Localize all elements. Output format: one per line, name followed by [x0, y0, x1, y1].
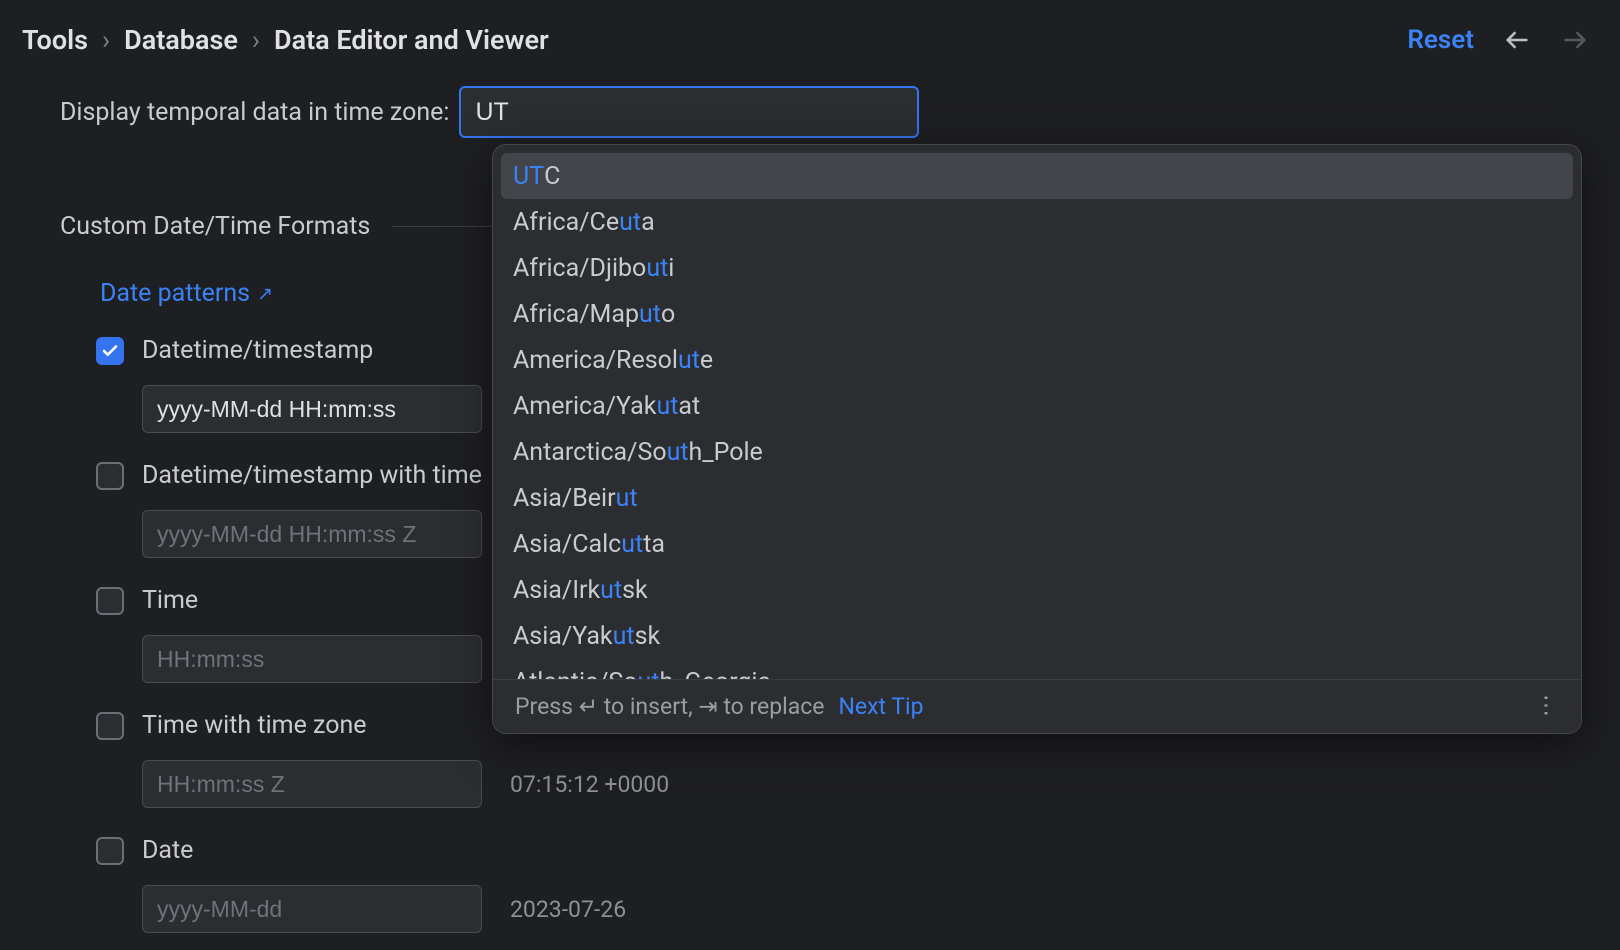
- date-preview: 2023-07-26: [510, 896, 626, 923]
- datetime-tz-checkbox[interactable]: [96, 462, 124, 490]
- date-patterns-link[interactable]: Date patterns ↗: [60, 279, 273, 308]
- section-title: Custom Date/Time Formats: [60, 212, 370, 241]
- timezone-option[interactable]: Asia/Beirut: [501, 475, 1573, 521]
- timezone-option[interactable]: America/Yakutat: [501, 383, 1573, 429]
- datetime-tz-format-input[interactable]: [142, 510, 482, 558]
- date-label: Date: [142, 836, 193, 865]
- external-link-icon: ↗: [257, 282, 273, 305]
- breadcrumb-data-editor[interactable]: Data Editor and Viewer: [274, 24, 549, 56]
- next-tip-link[interactable]: Next Tip: [838, 693, 923, 720]
- timezone-option[interactable]: Atlantic/South_Georgia: [501, 659, 1573, 679]
- timezone-option[interactable]: Antarctica/South_Pole: [501, 429, 1573, 475]
- time-tz-preview: 07:15:12 +0000: [510, 771, 669, 798]
- nav-back-button[interactable]: [1502, 25, 1532, 55]
- datetime-checkbox[interactable]: [96, 337, 124, 365]
- timezone-option[interactable]: Africa/Maputo: [501, 291, 1573, 337]
- timezone-option[interactable]: Africa/Ceuta: [501, 199, 1573, 245]
- time-format-input[interactable]: [142, 635, 482, 683]
- tab-key-icon: ⇥: [698, 693, 717, 720]
- footer-hint: Press ↵ to insert, ⇥ to replace: [515, 693, 824, 720]
- time-checkbox[interactable]: [96, 587, 124, 615]
- time-label: Time: [142, 586, 198, 615]
- timezone-option[interactable]: America/Resolute: [501, 337, 1573, 383]
- reset-button[interactable]: Reset: [1407, 25, 1474, 55]
- timezone-option[interactable]: Asia/Yakutsk: [501, 613, 1573, 659]
- datetime-format-input[interactable]: [142, 385, 482, 433]
- timezone-combobox-popup: UTCAfrica/CeutaAfrica/DjiboutiAfrica/Map…: [492, 144, 1582, 734]
- enter-key-icon: ↵: [579, 693, 598, 720]
- combobox-footer: Press ↵ to insert, ⇥ to replace Next Tip…: [493, 679, 1581, 733]
- chevron-right-icon: ›: [252, 24, 260, 56]
- timezone-label: Display temporal data in time zone:: [60, 98, 449, 127]
- breadcrumb-tools[interactable]: Tools: [22, 24, 88, 56]
- timezone-option[interactable]: Africa/Djibouti: [501, 245, 1573, 291]
- date-checkbox[interactable]: [96, 837, 124, 865]
- datetime-label: Datetime/timestamp: [142, 336, 373, 365]
- time-tz-checkbox[interactable]: [96, 712, 124, 740]
- timezone-option-list[interactable]: UTCAfrica/CeutaAfrica/DjiboutiAfrica/Map…: [493, 145, 1581, 679]
- timezone-option[interactable]: Asia/Calcutta: [501, 521, 1573, 567]
- nav-forward-button: [1560, 25, 1590, 55]
- datetime-tz-label: Datetime/timestamp with time: [142, 461, 482, 490]
- timezone-input[interactable]: [459, 86, 919, 138]
- time-tz-label: Time with time zone: [142, 711, 367, 740]
- more-options-icon[interactable]: ⋯: [1533, 694, 1560, 719]
- breadcrumb-database[interactable]: Database: [124, 24, 238, 56]
- timezone-option[interactable]: Asia/Irkutsk: [501, 567, 1573, 613]
- timezone-option[interactable]: UTC: [501, 153, 1573, 199]
- date-format-input[interactable]: [142, 885, 482, 933]
- time-tz-format-input[interactable]: [142, 760, 482, 808]
- breadcrumb: Tools › Database › Data Editor and Viewe…: [22, 24, 549, 56]
- chevron-right-icon: ›: [102, 24, 110, 56]
